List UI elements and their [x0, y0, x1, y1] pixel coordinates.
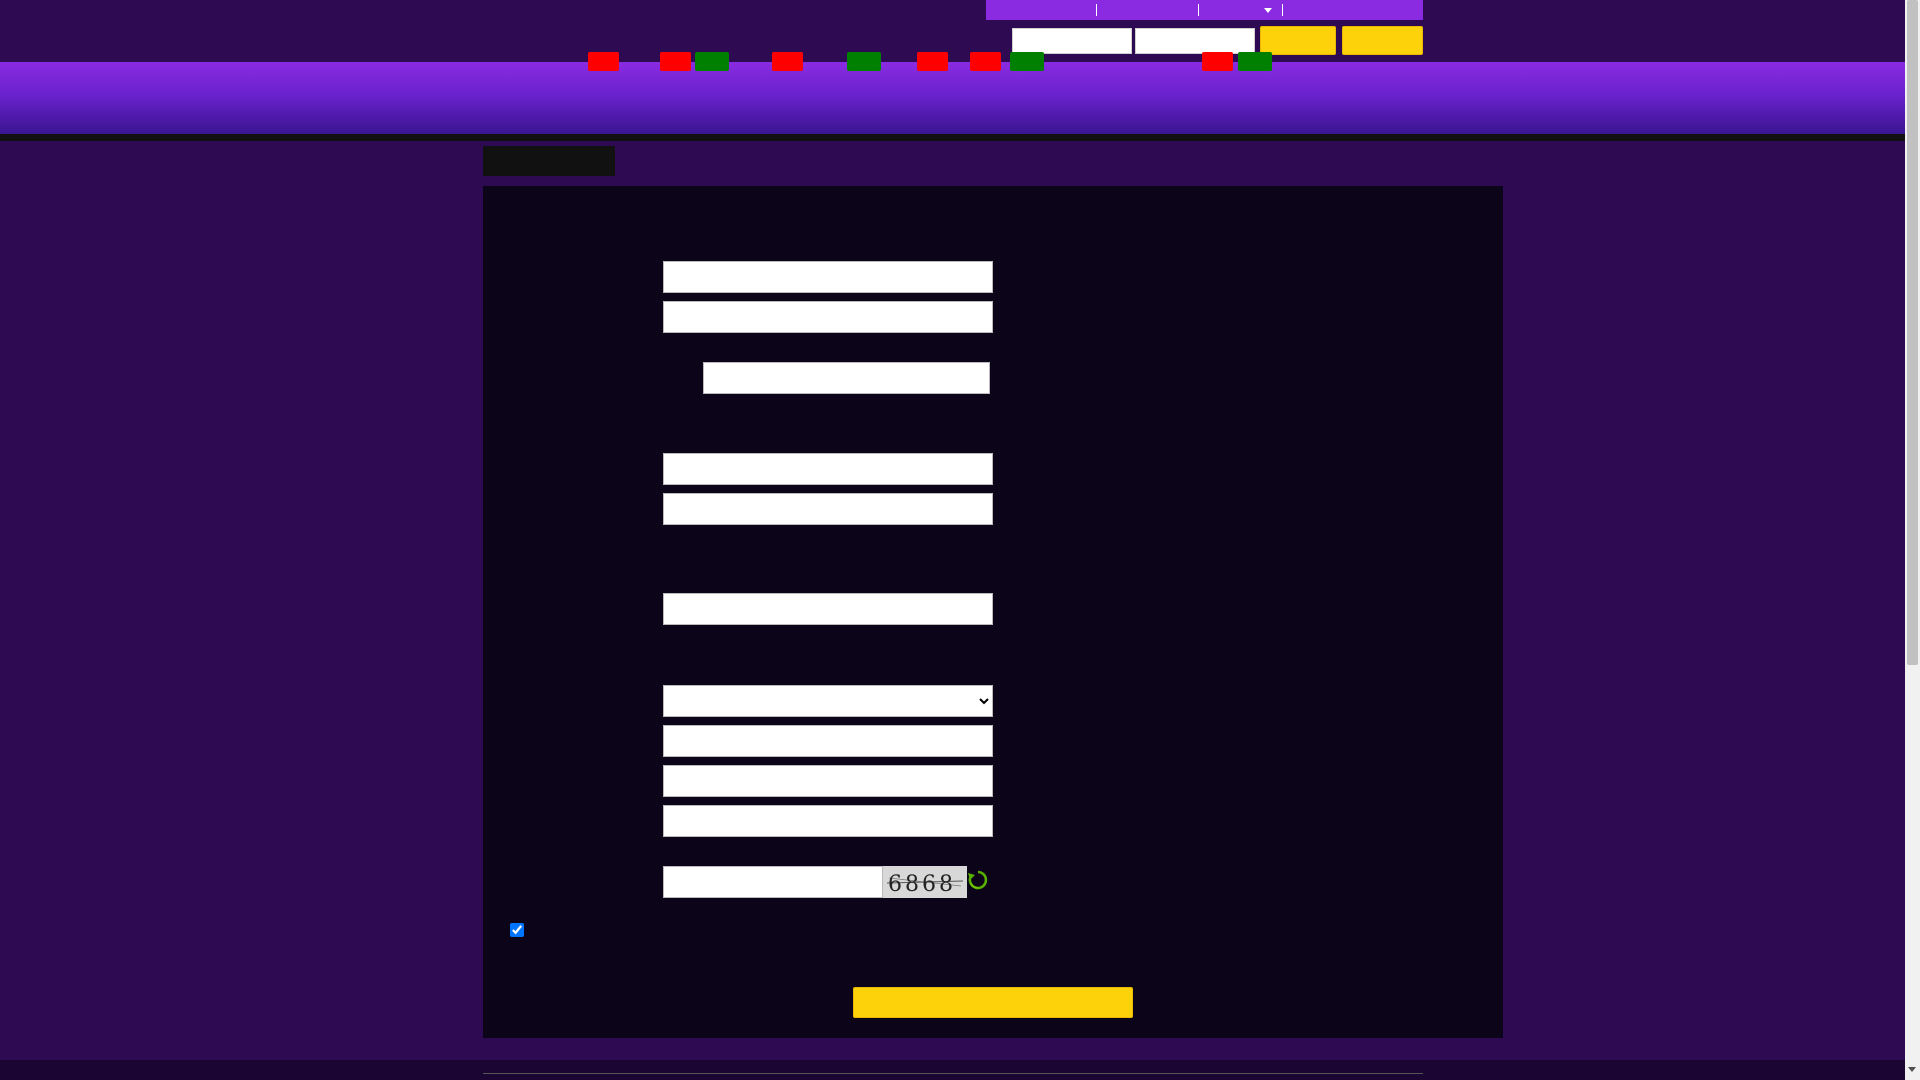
nav-divider: [0, 134, 1905, 141]
password-input[interactable]: [1135, 28, 1255, 54]
footer-divider: [483, 1073, 1423, 1074]
terms-checkbox[interactable]: [510, 923, 524, 937]
nav-badge-hot: [772, 52, 803, 71]
form-select-1[interactable]: [663, 685, 993, 717]
nav-badge-new: [1238, 52, 1272, 71]
chevron-down-icon: [1264, 8, 1272, 13]
register-button[interactable]: [1342, 26, 1423, 55]
top-links-bar: [986, 0, 1423, 20]
language-selector[interactable]: [1203, 0, 1263, 20]
form-field-8[interactable]: [663, 765, 993, 797]
captcha-input[interactable]: [663, 866, 883, 898]
top-link-separator: [1198, 4, 1199, 16]
nav-badge-hot: [588, 52, 619, 71]
top-link-separator: [1096, 4, 1097, 16]
footer: [0, 1060, 1905, 1080]
form-field-2[interactable]: [663, 301, 993, 333]
login-button[interactable]: [1260, 26, 1336, 55]
nav-badge-hot: [917, 52, 948, 71]
nav-badge-new: [695, 52, 729, 71]
form-field-6[interactable]: [663, 593, 993, 625]
nav-badge-hot: [970, 52, 1001, 71]
registration-form: [483, 186, 1503, 1038]
top-link-4[interactable]: [1288, 0, 1418, 20]
submit-button[interactable]: [853, 987, 1133, 1018]
captcha-code: 6868: [888, 872, 956, 897]
top-link-1[interactable]: [994, 0, 1089, 20]
form-field-3[interactable]: [703, 362, 990, 394]
nav-badge-hot: [1202, 52, 1233, 71]
nav-badge-new: [1010, 52, 1044, 71]
form-field-7[interactable]: [663, 725, 993, 757]
form-field-4[interactable]: [663, 453, 993, 485]
page-title: [483, 146, 615, 176]
captcha-image: 6868: [883, 866, 967, 898]
nav-badge-new: [847, 52, 881, 71]
form-field-1[interactable]: [663, 261, 993, 293]
main-nav: [0, 62, 1905, 134]
username-input[interactable]: [1012, 28, 1132, 54]
top-link-separator: [1282, 4, 1283, 16]
refresh-icon[interactable]: [967, 869, 989, 891]
scrollbar-thumb[interactable]: [1907, 0, 1918, 665]
nav-badge-hot: [660, 52, 691, 71]
form-field-5[interactable]: [663, 493, 993, 525]
scroll-down-arrow-icon[interactable]: [1908, 1067, 1916, 1072]
form-field-9[interactable]: [663, 805, 993, 837]
top-link-2[interactable]: [1101, 0, 1191, 20]
